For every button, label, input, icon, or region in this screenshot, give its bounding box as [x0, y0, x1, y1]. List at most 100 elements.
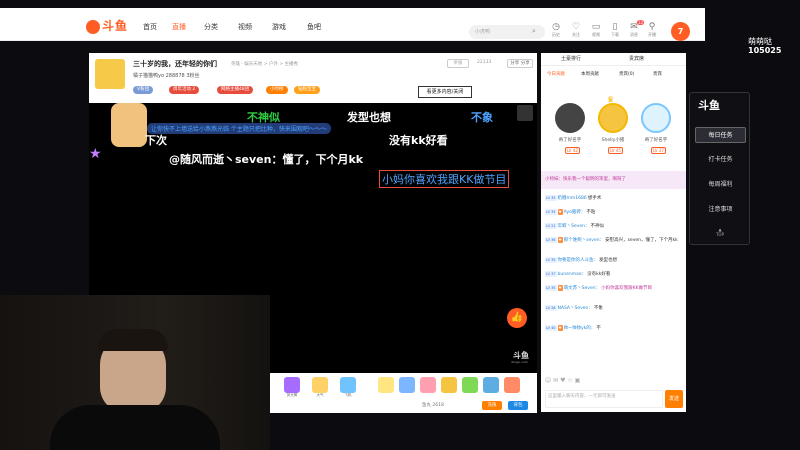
notice-button[interactable]: 注意事项 [695, 202, 746, 218]
settings-thumbnail[interactable] [517, 105, 533, 121]
chat-message: LV 26 NASA丶Seven：不象 [545, 305, 603, 311]
tab-vip[interactable]: 贵宾席 [629, 55, 644, 62]
streamer-body [50, 405, 220, 450]
room-tag[interactable]: 小时榜 [266, 86, 288, 94]
room-tag[interactable]: 钻粉宝宝 [294, 86, 320, 94]
gift-item[interactable] [420, 377, 436, 393]
gift-item[interactable] [312, 377, 328, 393]
danmaku-item: 没有kk好看 [389, 134, 448, 147]
fish-logo-icon [86, 19, 100, 34]
chat-list[interactable]: LV 35 奶糖mm1686想手术 LV 35 ♥ Ayo搬砖：不粘 LV 21 年鲸丶… [541, 193, 686, 363]
message-button[interactable]: ✉ 消息 12 [627, 20, 644, 38]
room-tag[interactable]: V粉团 [133, 86, 154, 94]
gift-item[interactable] [378, 377, 394, 393]
search-input[interactable]: 小虎鸭 ⌕ [469, 25, 545, 39]
rank-avatar[interactable] [598, 103, 628, 133]
room-category[interactable]: 英雄 · 娱乐天地 > 户外 > 主播秀 [231, 61, 298, 67]
float-count: 105025 [748, 46, 782, 55]
gift-item[interactable] [441, 377, 457, 393]
fishball-balance: 鱼丸 2618 [422, 403, 444, 408]
chat-message: LV 21 年鲸丶Seven：不神似 [545, 223, 604, 229]
chat-message: LV 35 ♥ Ayo搬砖：不粘 [545, 209, 596, 215]
top-navbar: 斗鱼 首页 直播 分类 视频 游戏 鱼吧 小虎鸭 ⌕ ◷ 历史 ♡ 关注 ▭ 视频 ▯ 下… [0, 8, 705, 41]
room-title: 三十岁的我，还年轻的你们 [133, 60, 217, 68]
side-task-panel: 斗鱼 每日任务 打卡任务 每周福利 注意事项 ▲ TOP [689, 92, 750, 245]
follow-count: 3粉丝 [186, 73, 200, 79]
gift-item[interactable] [399, 377, 415, 393]
weekly-welfare-button[interactable]: 每周福利 [695, 177, 746, 193]
follow-icon: ♡ [571, 22, 581, 32]
search-icon[interactable]: ⌕ [532, 27, 536, 36]
danmaku-item: 小妈你喜欢我跟KK做节目 [379, 170, 510, 188]
room-tag[interactable]: 网络主播48团 [217, 86, 254, 94]
douyu-watermark-url: douyu.com [511, 360, 528, 364]
star-icon: ★ [89, 146, 102, 162]
download-icon: ▯ [612, 22, 618, 32]
tab-week[interactable]: 本周贡献 [581, 71, 599, 77]
streamer-hair [98, 329, 168, 351]
room-tag[interactable]: 周年活动 2 [169, 86, 200, 94]
gift-item[interactable] [483, 377, 499, 393]
download-button[interactable]: ▯ 下载 [608, 23, 622, 38]
nav-fishbar[interactable]: 鱼吧 [307, 22, 321, 32]
chat-toolbar: ☺ ✉ ♥ ☆ ▣ [545, 377, 683, 387]
tab-vip2[interactable]: 贵宾 [653, 71, 662, 77]
anchor-name[interactable]: 橘子猫猫鸭yo [133, 73, 164, 79]
cartoon-avatar-image [111, 103, 147, 147]
report-button[interactable]: 举报 [447, 59, 469, 68]
gift-item[interactable] [462, 377, 478, 393]
chat-message: LV 37 bunenmao：没有kk好看 [545, 271, 611, 277]
history-button[interactable]: ◷ 历史 [549, 23, 563, 38]
video-icon: ▭ [591, 22, 601, 32]
like-button[interactable]: 👍 [507, 308, 527, 328]
chat-message: LV 36 ♥ 那个谁啊丶seven：安慰高兴，seven，懂了，下个月kk [545, 237, 678, 243]
charge-button[interactable]: 充值 [482, 401, 502, 410]
chat-panel: 土豪排行 贵宾席 今日贡献 本周贡献 贵宾(0) 贵宾 ♛ 奇了好名字 Shel… [541, 53, 686, 412]
tab-rank[interactable]: 土豪排行 [561, 55, 581, 62]
send-button[interactable]: 发送 [665, 390, 683, 408]
share-button[interactable]: 分享 分享 [507, 59, 533, 68]
follow-button[interactable]: ♡ 关注 [569, 23, 583, 38]
rank-avatar[interactable] [555, 103, 585, 133]
chat-message: LV 40 ♥ 帅~帅帅yk的：不 [545, 325, 601, 331]
daily-task-button[interactable]: 每日任务 [695, 127, 746, 143]
gift-broadcast: 让你快不上墙送给小燕燕光临 个主题只把比种，快来围观吧～～～ [147, 123, 331, 134]
emoji-icon[interactable]: ☺ ✉ ♥ ☆ ▣ [545, 377, 580, 384]
gift-item[interactable] [284, 377, 300, 393]
danmaku-item: 发型也想 [347, 111, 391, 124]
thumb-up-icon: 👍 [510, 312, 524, 323]
more-content-button[interactable]: 看更多内容/关闭 [418, 86, 472, 98]
highlight-message: 小师妹：快乐我一个聪明的笨蛋，啊呀了 [541, 171, 686, 189]
checkin-task-button[interactable]: 打卡任务 [695, 152, 746, 168]
broadcast-icon: ⚲ [648, 22, 656, 32]
chat-message: LV 35 ♥ 萌文苏丶Seven：小妈你喜欢我跟KK做节目 [545, 285, 652, 291]
danmaku-item: 下次 [145, 134, 167, 147]
gift-item[interactable] [340, 377, 356, 393]
nav-home[interactable]: 首页 [143, 22, 157, 32]
history-icon: ◷ [552, 22, 560, 32]
video-button[interactable]: ▭ 视频 [589, 23, 603, 38]
side-logo: 斗鱼 [698, 99, 720, 112]
douyu-logo[interactable]: 斗鱼 [86, 17, 128, 34]
broadcast-button[interactable]: ⚲ 开播 [645, 23, 659, 38]
anchor-avatar[interactable] [95, 59, 125, 89]
tab-guest[interactable]: 贵宾(0) [619, 71, 634, 77]
backpack-button[interactable]: 背包 [508, 401, 528, 410]
fans-count: 22133 [477, 60, 492, 65]
divider [541, 65, 686, 66]
tab-today[interactable]: 今日贡献 [547, 71, 565, 77]
danmaku-item: 不象 [471, 111, 493, 124]
rank-avatar[interactable] [641, 103, 671, 133]
streamer-camera [0, 295, 270, 450]
danmaku-item: @随风而逝丶seven：懂了，下个月kk [169, 153, 364, 166]
nav-video[interactable]: 视频 [238, 22, 252, 32]
anchor-info: 橘子猫猫鸭yo 288878 3粉丝 [133, 72, 200, 79]
gift-item[interactable] [504, 377, 520, 393]
nav-live[interactable]: 直播 [172, 22, 186, 32]
user-avatar[interactable]: 7 [671, 22, 690, 41]
back-to-top-button[interactable]: ▲ TOP [709, 227, 731, 239]
nav-category[interactable]: 分类 [204, 22, 218, 32]
gift-bar: 荧光棒 大气 飞机 鱼丸 2618 充值 背包 [270, 373, 537, 413]
nav-game[interactable]: 游戏 [272, 22, 286, 32]
chat-input[interactable]: 这里输入聊天内容，一元即可发送 [545, 390, 663, 408]
